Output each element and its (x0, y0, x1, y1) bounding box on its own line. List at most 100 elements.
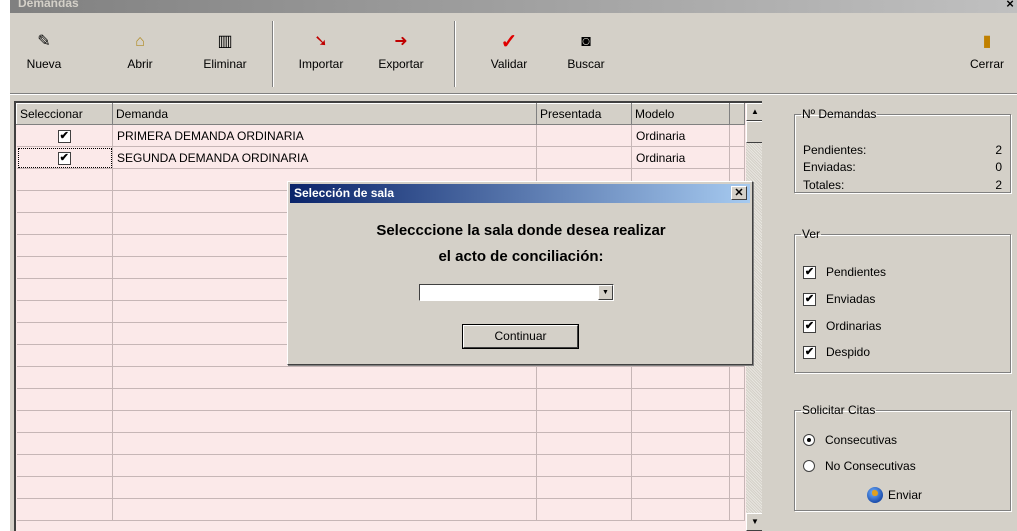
cerrar-button[interactable]: ▮ Cerrar (968, 19, 1006, 89)
despido-checkbox[interactable]: ✔ Despido (803, 345, 870, 359)
totales-value: 2 (995, 178, 1002, 192)
sala-select[interactable]: ▼ (419, 284, 614, 301)
table-row[interactable] (16, 410, 745, 433)
column-header-seleccionar[interactable]: Seleccionar (16, 103, 113, 125)
empty-cell (112, 454, 537, 477)
ordinarias-checkbox[interactable]: ✔ Ordinarias (803, 319, 881, 333)
citas-legend: Solicitar Citas (802, 403, 876, 417)
consecutivas-radio[interactable]: Consecutivas (803, 433, 897, 447)
continuar-button[interactable]: Continuar (463, 325, 578, 348)
column-header-demanda[interactable]: Demanda (112, 103, 537, 125)
ver-group: Ver ✔ Pendientes ✔ Enviadas ✔ Ordinarias ✔ D… (794, 227, 1011, 373)
citas-group: Solicitar Citas Consecutivas No Consecut… (794, 403, 1011, 511)
enviadas-checkbox[interactable]: ✔ Enviadas (803, 292, 875, 306)
select-cell[interactable]: ✔ (16, 146, 113, 169)
column-header-modelo[interactable]: Modelo (631, 103, 730, 125)
empty-cell (631, 366, 730, 389)
column-header-presentada[interactable]: Presentada (536, 103, 632, 125)
eliminar-label: Eliminar (203, 57, 247, 71)
column-header-filler (729, 103, 745, 125)
empty-cell (536, 366, 632, 389)
empty-cell (536, 498, 632, 521)
table-row[interactable] (16, 454, 745, 477)
empty-cell (16, 322, 113, 345)
binoculars-icon: ◙ (581, 33, 591, 50)
table-row[interactable] (16, 366, 745, 389)
table-row[interactable]: ✔ SEGUNDA DEMANDA ORDINARIA Ordinaria (16, 146, 745, 169)
empty-cell (112, 498, 537, 521)
modelo-cell: Ordinaria (631, 124, 730, 147)
buscar-button[interactable]: ◙ Buscar (562, 19, 610, 89)
exportar-button[interactable]: ➜ Exportar (372, 19, 430, 89)
empty-cell (112, 476, 537, 499)
dialog-titlebar: Selección de sala ✕ (290, 184, 750, 203)
grid-header-row: Seleccionar Demanda Presentada Modelo (16, 103, 745, 125)
globe-icon (867, 487, 883, 503)
demanda-cell: SEGUNDA DEMANDA ORDINARIA (112, 146, 537, 169)
chevron-down-icon[interactable]: ▼ (598, 285, 613, 300)
table-row[interactable] (16, 388, 745, 411)
dialog-close-icon[interactable]: ✕ (731, 186, 747, 200)
pendientes-label: Pendientes: (803, 143, 867, 157)
toolbar-divider (10, 93, 1017, 95)
empty-cell (112, 410, 537, 433)
table-row[interactable] (16, 498, 745, 521)
empty-cell (536, 476, 632, 499)
empty-cell (536, 410, 632, 433)
radio-dot[interactable] (803, 434, 815, 446)
table-row[interactable]: ✔ PRIMERA DEMANDA ORDINARIA Ordinaria (16, 124, 745, 147)
check-icon: ✓ (500, 31, 518, 53)
enviadas-value: 0 (995, 160, 1002, 174)
empty-cell (631, 432, 730, 455)
empty-cell (16, 278, 113, 301)
ordinarias-checkbox-label: Ordinarias (826, 319, 882, 333)
radio-dot[interactable] (803, 460, 815, 472)
dialog-message: Selecccione la sala donde desea realizar… (298, 218, 744, 270)
empty-cell (16, 256, 113, 279)
consecutivas-label: Consecutivas (825, 433, 898, 447)
importar-button[interactable]: ➘ Importar (294, 19, 348, 89)
dialog-message-line1: Selecccione la sala donde desea realizar (376, 222, 666, 239)
checkbox-box[interactable]: ✔ (803, 345, 816, 359)
dialog-message-line2: el acto de conciliación: (438, 248, 604, 265)
select-cell[interactable]: ✔ (16, 124, 113, 147)
pendientes-value: 2 (995, 143, 1002, 157)
table-row[interactable] (16, 476, 745, 499)
empty-cell (631, 476, 730, 499)
abrir-button[interactable]: ⌂ Abrir (120, 19, 160, 89)
toolbar: ✎ Nueva ⌂ Abrir ▥ Eliminar ➘ Importar ➜ … (10, 13, 1017, 93)
presentada-cell (536, 146, 632, 169)
nueva-label: Nueva (26, 57, 62, 71)
scroll-down-icon[interactable]: ▼ (746, 513, 762, 531)
empty-cell (729, 410, 745, 433)
empty-cell (16, 300, 113, 323)
checkbox-box[interactable]: ✔ (803, 265, 816, 279)
checkbox-box[interactable]: ✔ (803, 292, 816, 306)
empty-cell (16, 168, 113, 191)
trash-icon: ▥ (217, 33, 233, 50)
exportar-label: Exportar (378, 57, 424, 71)
table-row[interactable] (16, 432, 745, 455)
dialog-title: Selección de sala (294, 186, 395, 200)
no-consecutivas-radio[interactable]: No Consecutivas (803, 459, 916, 473)
checkbox-box[interactable]: ✔ (803, 319, 816, 333)
empty-cell (16, 498, 113, 521)
empty-cell (729, 454, 745, 477)
empty-cell (729, 476, 745, 499)
nueva-button[interactable]: ✎ Nueva (20, 19, 68, 89)
scroll-thumb[interactable] (746, 121, 762, 143)
pendientes-checkbox[interactable]: ✔ Pendientes (803, 265, 886, 279)
window-close-icon[interactable]: × (1003, 0, 1017, 12)
despido-checkbox-label: Despido (826, 345, 871, 359)
scroll-up-icon[interactable]: ▲ (746, 103, 762, 121)
sala-dialog: Selección de sala ✕ Selecccione la sala … (287, 181, 753, 365)
row-checkbox[interactable]: ✔ (57, 152, 71, 165)
validar-button[interactable]: ✓ Validar (482, 19, 536, 89)
row-checkbox[interactable]: ✔ (57, 130, 71, 143)
window-title: Demandas (18, 0, 79, 10)
empty-cell (16, 432, 113, 455)
modelo-cell: Ordinaria (631, 146, 730, 169)
new-doc-icon: ✎ (37, 33, 51, 50)
eliminar-button[interactable]: ▥ Eliminar (198, 19, 252, 89)
enviar-button[interactable]: Enviar (867, 487, 922, 503)
